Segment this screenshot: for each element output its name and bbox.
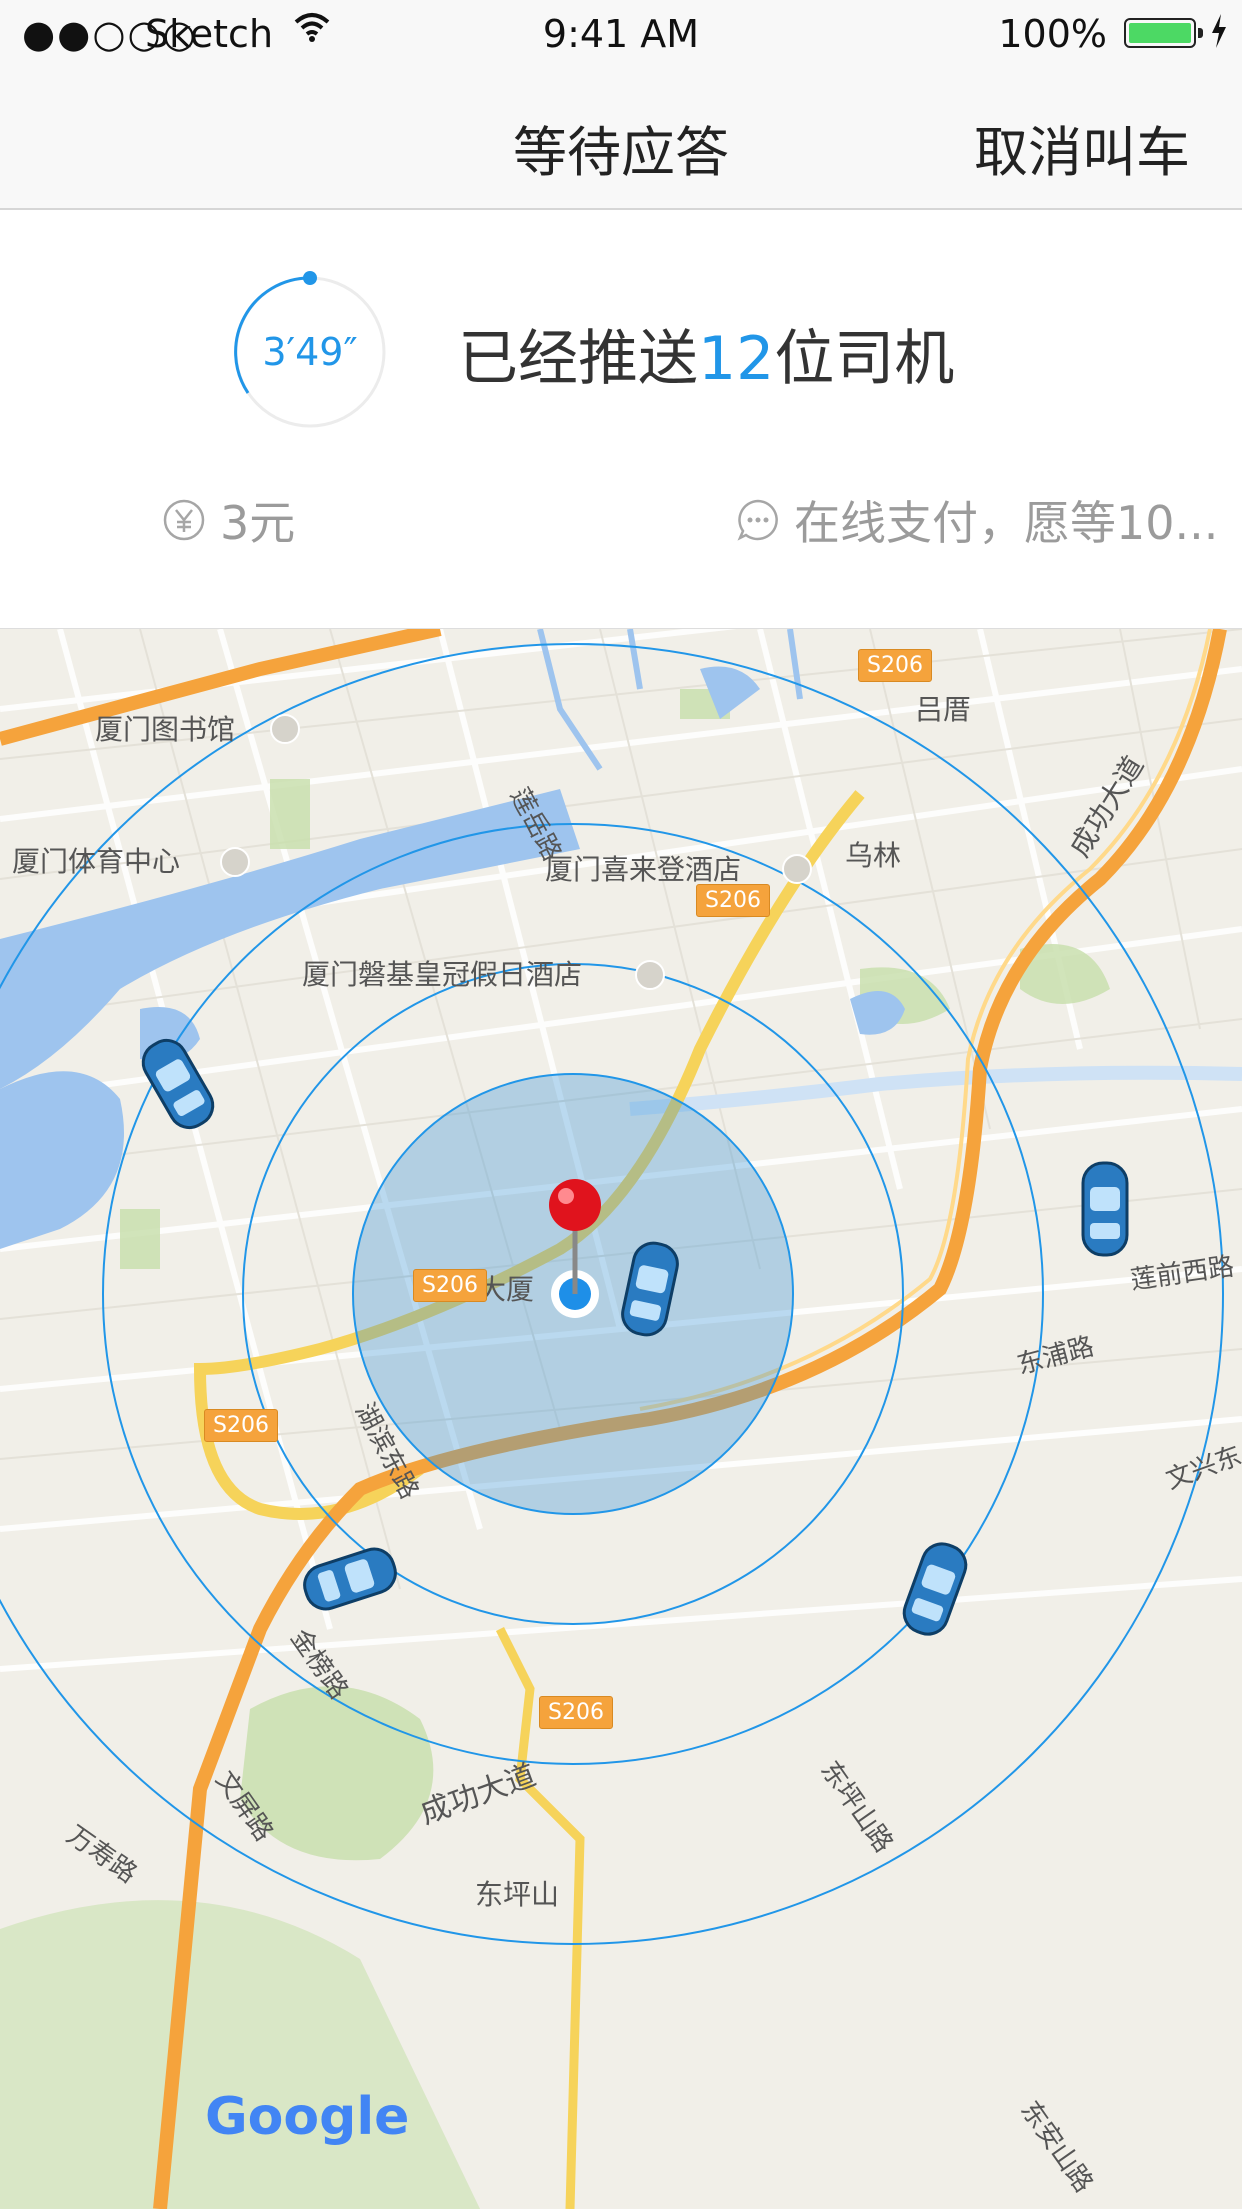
navigation-bar: 等待应答 取消叫车	[0, 70, 1242, 210]
map-label-lucuo: 吕厝	[915, 693, 971, 726]
map-label-sports: 厦门体育中心	[12, 845, 180, 878]
pushed-count: 12	[698, 324, 775, 394]
map-label-holiday-inn: 厦门磐基皇冠假日酒店	[302, 958, 582, 991]
car-icon	[1081, 1161, 1129, 1257]
dispatch-info-panel: 3′49″ 已经推送12位司机 3元 在线支付，愿等10...	[0, 210, 1242, 628]
map-canvas[interactable]: 厦门图书馆 厦门体育中心 厦门喜来登酒店 厦门磐基皇冠假日酒店 国贸大厦 吕厝 …	[0, 629, 1242, 2209]
pushed-prefix: 已经推送	[458, 324, 698, 394]
map-label-dongping-shan: 东坪山	[475, 1878, 559, 1911]
pushed-suffix: 位司机	[774, 324, 955, 394]
status-bar: ●●○○○ Sketch 9:41 AM 100%	[0, 0, 1242, 70]
google-logo: Google	[205, 2087, 409, 2147]
map-label-sheraton: 厦门喜来登酒店	[545, 853, 741, 886]
charging-icon	[1212, 14, 1226, 48]
payment-note[interactable]: 在线支付，愿等10...	[736, 495, 1218, 550]
cancel-ride-button[interactable]: 取消叫车	[974, 108, 1190, 187]
tip-price: 3元	[162, 495, 295, 550]
map-label-wulin: 乌林	[845, 839, 901, 872]
drivers-pushed-text: 已经推送12位司机	[458, 310, 954, 397]
countdown-timer: 3′49″	[262, 330, 358, 374]
road-badge: S206	[204, 1409, 278, 1442]
price-value: 3元	[220, 496, 296, 550]
message-bubble-icon	[737, 499, 778, 541]
battery-percent: 100%	[998, 12, 1107, 56]
road-badge: S206	[413, 1269, 487, 1302]
road-badge: S206	[539, 1696, 613, 1729]
map-label-library: 厦门图书馆	[95, 713, 235, 746]
payment-note-text: 在线支付，愿等10...	[794, 496, 1219, 550]
map-view[interactable]: 厦门图书馆 厦门体育中心 厦门喜来登酒店 厦门磐基皇冠假日酒店 国贸大厦 吕厝 …	[0, 628, 1242, 2209]
yuan-icon	[163, 499, 205, 541]
battery-icon	[1124, 18, 1203, 48]
road-badge: S206	[696, 884, 770, 917]
road-badge: S206	[858, 649, 932, 682]
